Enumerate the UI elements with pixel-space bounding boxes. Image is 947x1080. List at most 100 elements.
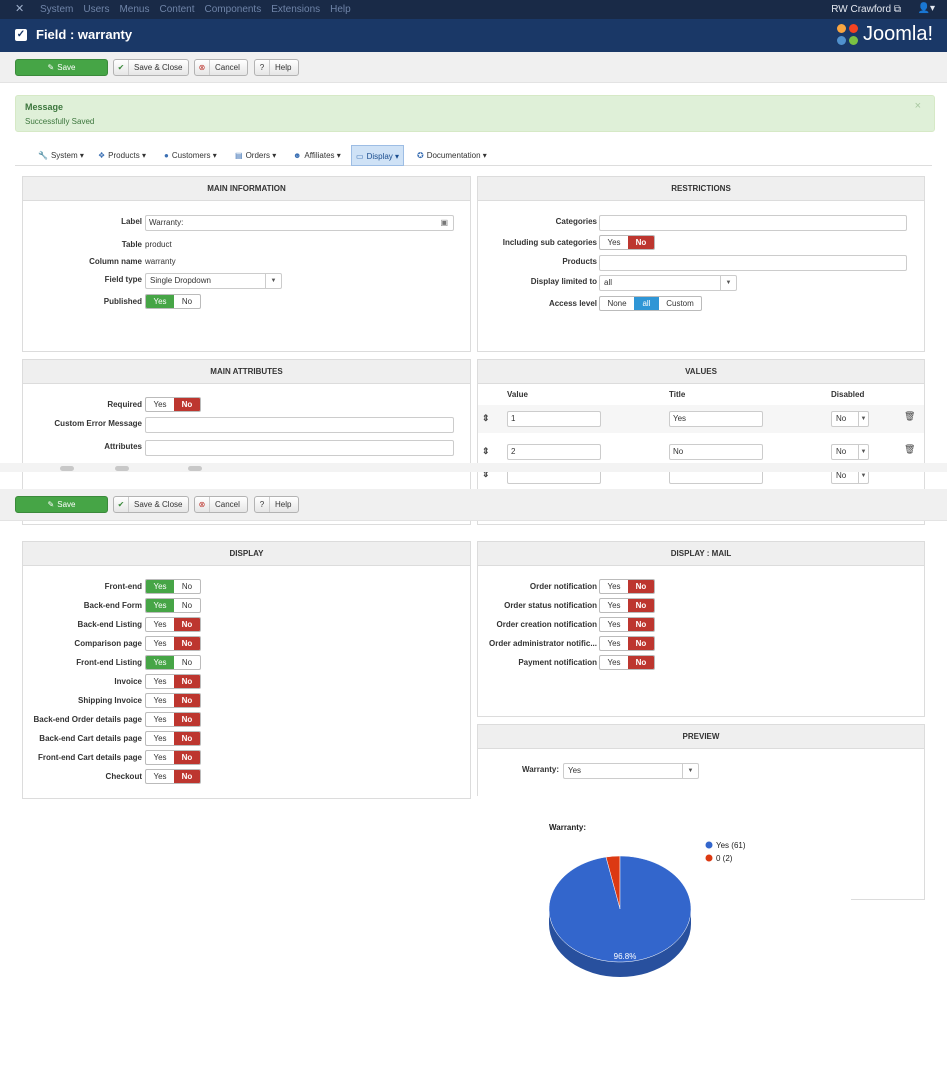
mail-row-toggle[interactable]: Yes No [599, 617, 655, 632]
toggle-no[interactable]: No [174, 751, 200, 764]
value-input[interactable]: 2 [507, 444, 601, 460]
pie-slice-yes[interactable] [548, 855, 692, 963]
mail-row-toggle[interactable]: Yes No [599, 636, 655, 651]
access-custom[interactable]: Custom [659, 297, 701, 310]
nav-documentation[interactable]: ✪ Documentation ▾ [413, 145, 491, 166]
toggle-no[interactable]: No [174, 580, 200, 593]
toggle-yes[interactable]: Yes [600, 656, 628, 669]
toggle-yes[interactable]: Yes [146, 751, 174, 764]
help-button[interactable]: ? Help [254, 496, 299, 513]
trash-icon[interactable]: 🗑 [904, 444, 915, 455]
toggle-no[interactable]: No [174, 675, 200, 688]
products-input[interactable] [599, 255, 907, 271]
toggle-no[interactable]: No [628, 599, 654, 612]
preview-select[interactable]: Yes ▼ [563, 763, 699, 779]
toggle-yes[interactable]: Yes [600, 618, 628, 631]
save-close-button[interactable]: ✔ Save & Close [113, 496, 189, 513]
site-link[interactable]: RW Crawford ⧉ [831, 4, 901, 15]
translate-icon[interactable]: ▣ [440, 216, 448, 230]
display-row-toggle[interactable]: Yes No [145, 636, 201, 651]
toggle-yes[interactable]: Yes [146, 694, 174, 707]
mail-row-toggle[interactable]: Yes No [599, 598, 655, 613]
toggle-no[interactable]: No [628, 580, 654, 593]
required-toggle[interactable]: Yes No [145, 397, 201, 412]
display-row-toggle[interactable]: Yes No [145, 579, 201, 594]
display-row-toggle[interactable]: Yes No [145, 693, 201, 708]
display-row-toggle[interactable]: Yes No [145, 750, 201, 765]
access-none[interactable]: None [600, 297, 634, 310]
save-button[interactable]: ✎ Save [15, 59, 108, 76]
user-menu-icon[interactable]: 👤▾ [918, 3, 935, 14]
menu-components[interactable]: Components [205, 4, 262, 15]
toggle-no[interactable]: No [174, 732, 200, 745]
toggle-no[interactable]: No [628, 236, 654, 249]
field-type-select[interactable]: Single Dropdown ▼ [145, 273, 282, 289]
save-close-button[interactable]: ✔ Save & Close [113, 59, 189, 76]
toggle-yes[interactable]: Yes [146, 656, 174, 669]
drag-handle-icon[interactable]: ⇕ [482, 446, 490, 457]
toggle-yes[interactable]: Yes [600, 236, 628, 249]
display-row-toggle[interactable]: Yes No [145, 769, 201, 784]
toggle-yes[interactable]: Yes [146, 770, 174, 783]
toggle-no[interactable]: No [174, 713, 200, 726]
display-row-toggle[interactable]: Yes No [145, 598, 201, 613]
display-row-toggle[interactable]: Yes No [145, 731, 201, 746]
toggle-yes[interactable]: Yes [600, 599, 628, 612]
disabled-select[interactable]: No ▼ [831, 411, 869, 427]
nav-customers[interactable]: ● Customers ▾ [160, 145, 221, 166]
nav-affiliates[interactable]: ☻ Affiliates ▾ [289, 145, 345, 166]
help-button[interactable]: ? Help [254, 59, 299, 76]
cancel-button[interactable]: ⊗ Cancel [194, 496, 248, 513]
menu-content[interactable]: Content [159, 4, 194, 15]
joomla-menu-icon[interactable]: ✕ [15, 4, 26, 15]
drag-handle-icon[interactable]: ⇕ [482, 413, 490, 424]
toggle-yes[interactable]: Yes [146, 713, 174, 726]
toggle-no[interactable]: No [174, 599, 200, 612]
toggle-no[interactable]: No [174, 770, 200, 783]
toggle-no[interactable]: No [174, 398, 200, 411]
display-row-toggle[interactable]: Yes No [145, 617, 201, 632]
toggle-no[interactable]: No [628, 618, 654, 631]
menu-help[interactable]: Help [330, 4, 351, 15]
mail-row-toggle[interactable]: Yes No [599, 579, 655, 594]
title-input[interactable]: No [669, 444, 763, 460]
toggle-yes[interactable]: Yes [600, 637, 628, 650]
access-all[interactable]: all [634, 297, 659, 310]
menu-extensions[interactable]: Extensions [271, 4, 320, 15]
toggle-yes[interactable]: Yes [600, 580, 628, 593]
menu-users[interactable]: Users [83, 4, 109, 15]
published-toggle[interactable]: Yes No [145, 294, 201, 309]
disabled-select[interactable]: No ▼ [831, 444, 869, 460]
save-button[interactable]: ✎ Save [15, 496, 108, 513]
menu-menus[interactable]: Menus [119, 4, 149, 15]
toggle-yes[interactable]: Yes [146, 637, 174, 650]
toggle-yes[interactable]: Yes [146, 618, 174, 631]
toggle-yes[interactable]: Yes [146, 599, 174, 612]
toggle-yes[interactable]: Yes [146, 732, 174, 745]
toggle-no[interactable]: No [174, 694, 200, 707]
trash-icon[interactable]: 🗑 [904, 411, 915, 422]
subcategories-toggle[interactable]: Yes No [599, 235, 655, 250]
value-input[interactable]: 1 [507, 411, 601, 427]
toggle-no[interactable]: No [174, 295, 200, 308]
display-row-toggle[interactable]: Yes No [145, 655, 201, 670]
cancel-button[interactable]: ⊗ Cancel [194, 59, 248, 76]
menu-system[interactable]: System [40, 4, 73, 15]
title-input[interactable]: Yes [669, 411, 763, 427]
custom-error-input[interactable] [145, 417, 454, 433]
toggle-yes[interactable]: Yes [146, 580, 174, 593]
toggle-yes[interactable]: Yes [146, 295, 174, 308]
nav-system[interactable]: 🔧 System ▾ [34, 145, 88, 166]
attributes-input[interactable] [145, 440, 454, 456]
label-input[interactable]: Warranty: ▣ [145, 215, 454, 231]
nav-products[interactable]: ❖ Products ▾ [94, 145, 150, 166]
toggle-no[interactable]: No [174, 618, 200, 631]
display-row-toggle[interactable]: Yes No [145, 674, 201, 689]
nav-display[interactable]: ▭ Display ▾ [351, 145, 405, 166]
toggle-no[interactable]: No [174, 637, 200, 650]
toggle-yes[interactable]: Yes [146, 675, 174, 688]
toggle-no[interactable]: No [628, 637, 654, 650]
mail-row-toggle[interactable]: Yes No [599, 655, 655, 670]
toggle-yes[interactable]: Yes [146, 398, 174, 411]
access-level-toggle[interactable]: None all Custom [599, 296, 702, 311]
